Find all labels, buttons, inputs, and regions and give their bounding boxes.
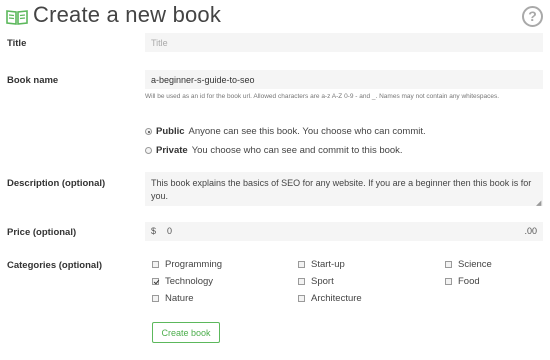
price-cents: .00 — [524, 226, 537, 236]
visibility-public-option[interactable]: Public Anyone can see this book. You cho… — [145, 126, 426, 137]
description-label: Description (optional) — [7, 178, 106, 189]
category-technology[interactable]: Technology — [152, 276, 213, 287]
checkbox[interactable] — [298, 278, 305, 285]
checkbox[interactable] — [445, 278, 452, 285]
checkbox[interactable] — [445, 261, 452, 268]
visibility-private-option[interactable]: Private You choose who can see and commi… — [145, 145, 403, 156]
book-name-hint: Will be used as an id for the book url. … — [145, 93, 500, 100]
open-book-icon — [6, 10, 28, 25]
checkbox[interactable] — [298, 261, 305, 268]
checkbox[interactable] — [298, 295, 305, 302]
title-label: Title — [7, 38, 27, 49]
category-label: Science — [458, 259, 492, 270]
private-radio[interactable] — [145, 147, 152, 154]
public-option-description: Anyone can see this book. You choose who… — [188, 126, 426, 137]
currency-symbol: $ — [151, 226, 157, 236]
checkbox[interactable] — [152, 295, 159, 302]
checkbox[interactable] — [152, 261, 159, 268]
category-label: Programming — [165, 259, 223, 270]
category-label: Sport — [311, 276, 334, 287]
book-name-input[interactable] — [145, 70, 543, 89]
price-input[interactable]: $ 0 .00 — [145, 222, 543, 241]
category-sport[interactable]: Sport — [298, 276, 334, 287]
category-programming[interactable]: Programming — [152, 259, 222, 270]
page-title: Create a new book — [33, 2, 222, 27]
title-input[interactable] — [145, 33, 543, 52]
resize-grip-icon[interactable]: ◢ — [536, 199, 541, 207]
price-label: Price (optional) — [7, 227, 77, 238]
category-label: Technology — [165, 276, 214, 287]
checkbox[interactable] — [152, 278, 159, 285]
book-name-label: Book name — [7, 75, 59, 86]
description-textarea[interactable]: This book explains the basics of SEO for… — [145, 172, 543, 206]
category-label: Food — [458, 276, 480, 287]
price-value[interactable]: 0 — [167, 226, 172, 236]
category-label: Start-up — [311, 259, 345, 270]
category-label: Nature — [165, 293, 194, 304]
private-option-name: Private — [156, 145, 188, 156]
category-food[interactable]: Food — [445, 276, 480, 287]
category-science[interactable]: Science — [445, 259, 492, 270]
category-nature[interactable]: Nature — [152, 293, 194, 304]
categories-label: Categories (optional) — [7, 260, 103, 271]
page-header: Create a new book ? — [0, 0, 550, 34]
category-label: Architecture — [311, 293, 362, 304]
private-option-description: You choose who can see and commit to thi… — [191, 145, 403, 156]
public-option-name: Public — [156, 126, 185, 137]
public-radio[interactable] — [145, 128, 152, 135]
category-start-up[interactable]: Start-up — [298, 259, 345, 270]
create-book-button[interactable]: Create book — [152, 322, 220, 343]
question-mark-icon[interactable]: ? — [522, 6, 543, 27]
category-architecture[interactable]: Architecture — [298, 293, 362, 304]
